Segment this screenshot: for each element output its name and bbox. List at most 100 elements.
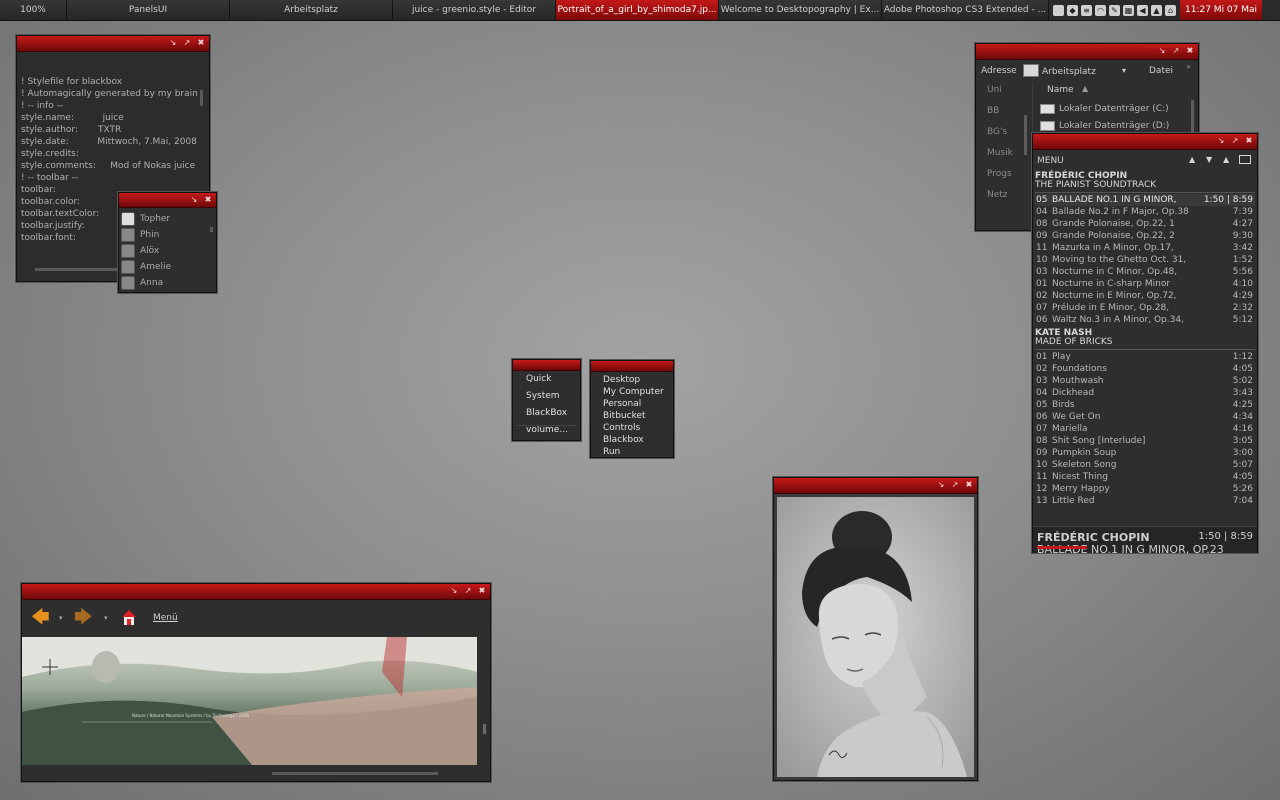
speaker-icon[interactable]: ◀ [1137,4,1148,16]
taskbar-item[interactable]: Portrait_of_a_girl_by_shimoda7.jp... [556,0,719,20]
sidebar-scrollbar[interactable] [1024,115,1027,155]
network-icon[interactable]: ≡ [1081,4,1092,16]
folder-icon[interactable] [1239,155,1251,164]
menu-item-bitbucket[interactable]: Bitbucket [603,410,646,422]
file-menu[interactable]: Datei [1149,66,1173,76]
contacts-titlebar[interactable]: ↘ ✖ [119,193,216,208]
forward-arrow-icon[interactable]: 🡆 [74,609,93,627]
prev-icon[interactable]: ▲ [1189,155,1195,164]
tools-icon[interactable]: ✎ [1109,4,1120,16]
minimize-icon[interactable]: ↘ [190,195,198,205]
menu-item-blackbox[interactable]: BlackBox [526,407,567,419]
contact-item[interactable]: Phin [121,227,214,243]
explorer-titlebar[interactable]: ↘ ↗ ✖ [976,44,1198,60]
menu-item-desktop[interactable]: Desktop [603,374,640,386]
menu-item-system[interactable]: System [526,390,560,402]
taskbar-item[interactable]: Welcome to Desktopography | Ex... [719,0,882,20]
editor-scrollbar-v[interactable] [200,90,203,106]
maximize-icon[interactable]: ↗ [1172,46,1180,56]
menu-item-mycomputer[interactable]: My Computer [603,386,664,398]
track-row[interactable]: 07 Mariella 4:16 [1035,423,1255,435]
minimize-icon[interactable]: ↘ [937,480,945,490]
player-titlebar[interactable]: ↘ ↗ ✖ [1033,134,1257,150]
browser-scrollbar-v[interactable] [483,724,486,734]
eject-icon[interactable]: ▲ [1151,4,1162,16]
sidebar-item[interactable]: BB [987,106,1013,127]
drive-item[interactable]: Lokaler Datenträger (D:) [1040,117,1169,134]
taskbar-item[interactable]: Arbeitsplatz [230,0,393,20]
sidebar-item[interactable]: BG's [987,127,1013,148]
track-row[interactable]: 12 Merry Happy 5:26 [1035,483,1255,495]
track-row[interactable]: 05 Birds 4:25 [1035,399,1255,411]
sidebar-item[interactable]: Uni [987,85,1013,106]
maximize-icon[interactable]: ↗ [951,480,959,490]
sidebar-item[interactable]: Progs [987,169,1013,190]
taskbar-item[interactable]: Adobe Photoshop CS3 Extended - ... [882,0,1049,20]
track-row[interactable]: 06 Waltz No.3 in A Minor, Op.34, 5:12 [1035,314,1255,326]
back-dropdown-icon[interactable]: ▾ [59,614,63,622]
sidebar-item[interactable]: Netz [987,190,1013,211]
wifi-icon[interactable]: ◠ [1095,4,1106,16]
minimize-icon[interactable]: ↘ [450,586,458,596]
player-menu-button[interactable]: MENU [1037,156,1064,166]
maximize-icon[interactable]: ↗ [1231,136,1239,146]
menu-item-quick[interactable]: Quick [526,373,551,385]
overflow-icon[interactable]: » [1186,62,1191,71]
sidebar-item[interactable]: Musik [987,148,1013,169]
track-row[interactable]: 11 Nicest Thing 4:05 [1035,471,1255,483]
blackbox-menu-title[interactable] [513,360,580,371]
track-row[interactable]: 10 Moving to the Ghetto Oct. 31, 1:52 [1035,254,1255,266]
track-row[interactable]: 01 Play 1:12 [1035,351,1255,363]
track-row[interactable]: 02 Foundations 4:05 [1035,363,1255,375]
contact-item[interactable]: Topher [121,211,214,227]
track-row[interactable]: 03 Mouthwash 5:02 [1035,375,1255,387]
name-column-header[interactable]: Name [1047,85,1074,95]
explorer-scrollbar[interactable] [1191,100,1194,135]
track-row[interactable]: 04 Dickhead 3:43 [1035,387,1255,399]
eject-icon[interactable]: ▲ [1223,155,1229,164]
next-icon[interactable]: ▼ [1206,155,1212,164]
progress-bar[interactable] [1037,546,1087,549]
browser-scrollbar-h[interactable] [272,772,438,775]
forward-dropdown-icon[interactable]: ▾ [104,614,108,622]
close-icon[interactable]: ✖ [965,480,973,490]
browser-menu-link[interactable]: Menü [153,613,178,623]
menu-item-personal[interactable]: Personal [603,398,641,410]
grid-icon[interactable]: ▦ [1123,4,1134,16]
window-icon[interactable] [1053,4,1064,16]
taskbar-item[interactable]: PanelsUI [67,0,230,20]
places-menu-title[interactable] [591,361,673,372]
close-icon[interactable]: ✖ [1245,136,1253,146]
track-row[interactable]: 10 Skeleton Song 5:07 [1035,459,1255,471]
editor-scrollbar-h[interactable] [35,268,125,271]
maximize-icon[interactable]: ↗ [183,38,191,48]
back-arrow-icon[interactable]: 🡄 [31,609,50,627]
close-icon[interactable]: ✖ [478,586,486,596]
taskbar-item[interactable]: 100% [0,0,67,20]
maximize-icon[interactable]: ↗ [464,586,472,596]
shield-icon[interactable]: ◆ [1067,4,1078,16]
track-row[interactable]: 09 Pumpkin Soup 3:00 [1035,447,1255,459]
track-row[interactable]: 04 Ballade No.2 in F Major, Op.38 7:39 [1035,206,1255,218]
chevron-down-icon[interactable]: ▾ [1122,66,1126,75]
browser-titlebar[interactable]: ↘ ↗ ✖ [22,584,490,600]
minimize-icon[interactable]: ↘ [169,38,177,48]
home-icon[interactable] [120,608,136,625]
track-row[interactable]: 02 Nocturne in E Minor, Op.72, 4:29 [1035,290,1255,302]
track-row[interactable]: 06 We Get On 4:34 [1035,411,1255,423]
contact-item[interactable]: Anna [121,275,214,291]
contact-item[interactable]: Alöx [121,243,214,259]
contacts-scrollbar[interactable] [210,227,213,232]
track-row[interactable]: 03 Nocturne in C Minor, Op.48, 5:56 [1035,266,1255,278]
close-icon[interactable]: ✖ [204,195,212,205]
track-row[interactable]: 05 BALLADE NO.1 IN G MINOR, 1:50 | 8:59 [1035,194,1255,206]
taskbar-item[interactable]: juice - greenio.style - Editor [393,0,556,20]
close-icon[interactable]: ✖ [197,38,205,48]
track-row[interactable]: 07 Prélude in E Minor, Op.28, 2:32 [1035,302,1255,314]
close-icon[interactable]: ✖ [1186,46,1194,56]
clock[interactable]: 11:27 Mi 07 Mai [1180,0,1263,20]
minimize-icon[interactable]: ↘ [1217,136,1225,146]
viewer-titlebar[interactable]: ↘ ↗ ✖ [774,478,977,494]
menu-item-controls[interactable]: Controls [603,422,640,434]
track-row[interactable]: 01 Nocturne in C-sharp Minor 4:10 [1035,278,1255,290]
